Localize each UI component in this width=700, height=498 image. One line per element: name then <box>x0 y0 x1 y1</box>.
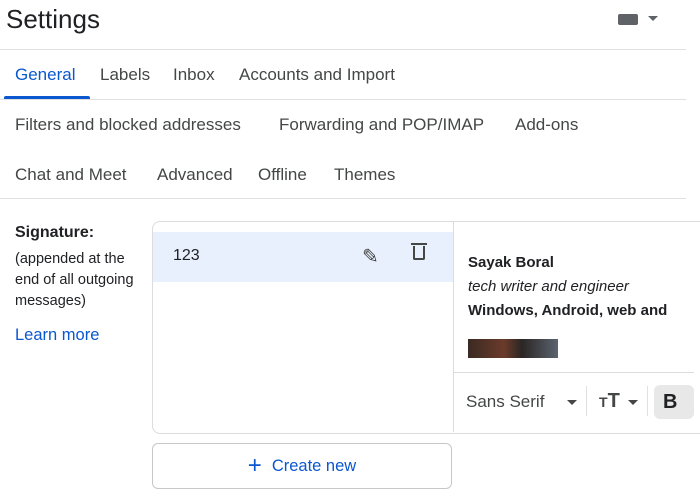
delete-trash-icon[interactable] <box>411 243 427 260</box>
tab-addons[interactable]: Add-ons <box>515 115 578 135</box>
bold-button[interactable]: B <box>654 385 694 419</box>
tab-labels[interactable]: Labels <box>100 65 150 85</box>
toolbar-divider <box>454 372 694 373</box>
signature-photo[interactable] <box>468 339 558 358</box>
chevron-down-icon[interactable] <box>567 400 577 405</box>
tab-accounts[interactable]: Accounts and Import <box>239 65 395 85</box>
chevron-down-icon[interactable] <box>628 400 638 405</box>
tab-offline[interactable]: Offline <box>258 165 307 185</box>
text-size-icon[interactable]: TT <box>599 390 620 413</box>
create-new-button[interactable]: + Create new <box>152 443 452 489</box>
preview-name[interactable]: Sayak Boral <box>468 254 554 271</box>
tab-filters[interactable]: Filters and blocked addresses <box>15 115 241 135</box>
plus-icon: + <box>247 452 262 479</box>
tab-chat[interactable]: Chat and Meet <box>15 165 127 185</box>
signature-description: (appended at the end of all outgoing mes… <box>15 251 134 309</box>
signature-name: 123 <box>173 247 200 264</box>
signature-label: Signature: <box>15 224 95 241</box>
tab-forwarding[interactable]: Forwarding and POP/IMAP <box>279 115 484 135</box>
chevron-down-icon[interactable] <box>648 16 658 21</box>
divider <box>647 386 648 416</box>
tab-inbox[interactable]: Inbox <box>173 65 215 85</box>
tab-general[interactable]: General <box>15 65 75 85</box>
divider <box>453 222 454 432</box>
page-title: Settings <box>6 4 100 34</box>
learn-more-link[interactable]: Learn more <box>15 326 99 345</box>
font-select[interactable]: Sans Serif <box>466 392 544 412</box>
divider <box>586 386 587 416</box>
preview-role[interactable]: tech writer and engineer <box>468 278 629 295</box>
tab-themes[interactable]: Themes <box>334 165 395 185</box>
divider <box>0 198 686 199</box>
divider <box>0 99 686 100</box>
tab-advanced[interactable]: Advanced <box>157 165 233 185</box>
keyboard-icon[interactable] <box>618 14 638 25</box>
edit-pencil-icon[interactable]: ✎ <box>362 244 379 269</box>
create-new-label: Create new <box>271 456 357 475</box>
preview-topics[interactable]: Windows, Android, web and <box>468 302 667 319</box>
divider <box>0 49 686 50</box>
